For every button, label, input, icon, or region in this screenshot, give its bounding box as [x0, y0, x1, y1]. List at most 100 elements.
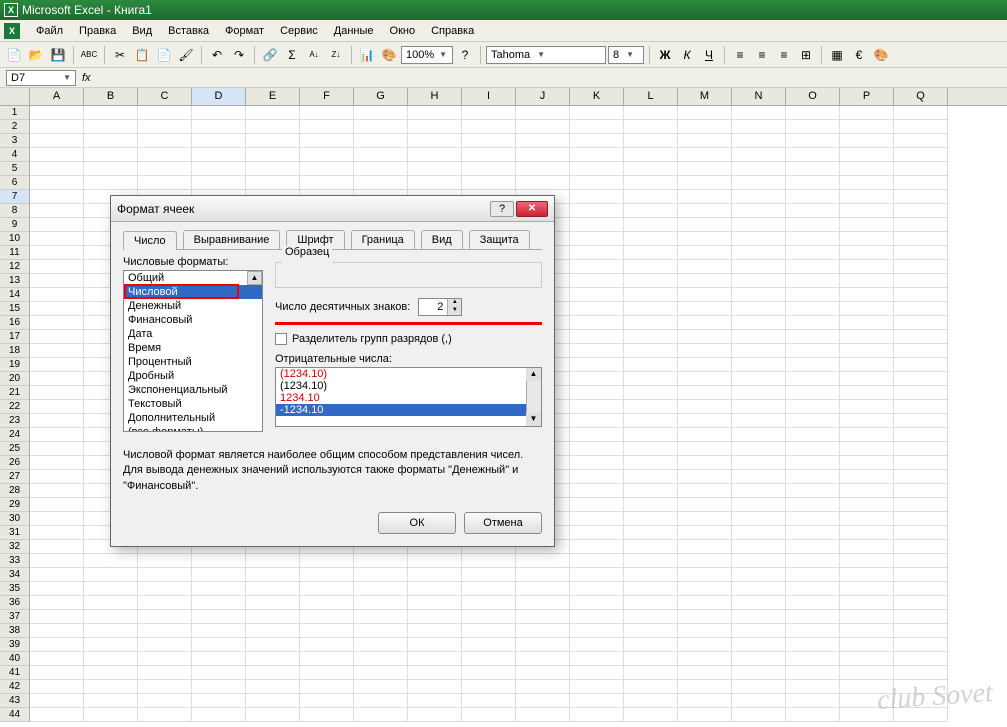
- cell[interactable]: [570, 414, 624, 428]
- cell[interactable]: [246, 652, 300, 666]
- cell[interactable]: [138, 638, 192, 652]
- cell[interactable]: [894, 582, 948, 596]
- cell[interactable]: [30, 554, 84, 568]
- cell[interactable]: [894, 400, 948, 414]
- cell[interactable]: [786, 218, 840, 232]
- format-list-item[interactable]: Дата: [124, 327, 262, 341]
- cell[interactable]: [138, 596, 192, 610]
- column-header[interactable]: A: [30, 88, 84, 105]
- underline-icon[interactable]: Ч: [699, 45, 719, 65]
- cell[interactable]: [516, 666, 570, 680]
- cell[interactable]: [840, 638, 894, 652]
- tab-number[interactable]: Число: [123, 231, 177, 250]
- cell[interactable]: [786, 554, 840, 568]
- cell[interactable]: [516, 610, 570, 624]
- cell[interactable]: [138, 554, 192, 568]
- cell[interactable]: [840, 456, 894, 470]
- cell[interactable]: [246, 666, 300, 680]
- cell[interactable]: [732, 484, 786, 498]
- cell[interactable]: [570, 666, 624, 680]
- cell[interactable]: [894, 414, 948, 428]
- cell[interactable]: [30, 344, 84, 358]
- cell[interactable]: [894, 456, 948, 470]
- cell[interactable]: [732, 288, 786, 302]
- column-header[interactable]: F: [300, 88, 354, 105]
- column-header[interactable]: C: [138, 88, 192, 105]
- decimals-spinner[interactable]: ▲ ▼: [418, 298, 462, 316]
- fontsize-combo[interactable]: 8▼: [608, 46, 644, 64]
- cell[interactable]: [462, 638, 516, 652]
- cell[interactable]: [624, 442, 678, 456]
- menu-file[interactable]: Файл: [28, 23, 71, 39]
- cell[interactable]: [516, 596, 570, 610]
- cell[interactable]: [570, 456, 624, 470]
- cell[interactable]: [840, 134, 894, 148]
- cell[interactable]: [516, 708, 570, 722]
- cell[interactable]: [732, 260, 786, 274]
- cell[interactable]: [516, 120, 570, 134]
- cell[interactable]: [678, 610, 732, 624]
- cell[interactable]: [354, 624, 408, 638]
- cell[interactable]: [678, 302, 732, 316]
- cell[interactable]: [30, 666, 84, 680]
- cell[interactable]: [84, 666, 138, 680]
- cell[interactable]: [678, 540, 732, 554]
- cell[interactable]: [786, 624, 840, 638]
- cell[interactable]: [678, 344, 732, 358]
- cell[interactable]: [894, 596, 948, 610]
- cell[interactable]: [408, 624, 462, 638]
- cell[interactable]: [678, 568, 732, 582]
- cell[interactable]: [732, 386, 786, 400]
- cell[interactable]: [678, 554, 732, 568]
- cell[interactable]: [624, 288, 678, 302]
- cell[interactable]: [840, 176, 894, 190]
- save-icon[interactable]: 💾: [48, 45, 68, 65]
- cell[interactable]: [732, 596, 786, 610]
- cell[interactable]: [894, 288, 948, 302]
- cell[interactable]: [678, 666, 732, 680]
- cell[interactable]: [678, 428, 732, 442]
- cell[interactable]: [894, 218, 948, 232]
- menu-insert[interactable]: Вставка: [160, 23, 217, 39]
- cell[interactable]: [840, 498, 894, 512]
- cell[interactable]: [408, 568, 462, 582]
- cell[interactable]: [894, 260, 948, 274]
- cell[interactable]: [30, 316, 84, 330]
- negative-list-item[interactable]: 1234.10: [276, 392, 541, 404]
- cell[interactable]: [678, 484, 732, 498]
- scroll-down-icon[interactable]: ▼: [526, 413, 541, 426]
- cell[interactable]: [624, 120, 678, 134]
- cell[interactable]: [786, 288, 840, 302]
- cell[interactable]: [354, 694, 408, 708]
- column-header[interactable]: P: [840, 88, 894, 105]
- row-header[interactable]: 11: [0, 246, 30, 260]
- cell[interactable]: [570, 582, 624, 596]
- cell[interactable]: [570, 610, 624, 624]
- format-list-item[interactable]: Дробный: [124, 369, 262, 383]
- cell[interactable]: [30, 624, 84, 638]
- row-header[interactable]: 12: [0, 260, 30, 274]
- cell[interactable]: [840, 652, 894, 666]
- row-header[interactable]: 34: [0, 568, 30, 582]
- row-header[interactable]: 26: [0, 456, 30, 470]
- cell[interactable]: [138, 652, 192, 666]
- row-header[interactable]: 17: [0, 330, 30, 344]
- cell[interactable]: [30, 134, 84, 148]
- align-center-icon[interactable]: ≡: [752, 45, 772, 65]
- cell[interactable]: [570, 526, 624, 540]
- cell[interactable]: [30, 330, 84, 344]
- cell[interactable]: [30, 498, 84, 512]
- menu-edit[interactable]: Правка: [71, 23, 124, 39]
- cell[interactable]: [678, 134, 732, 148]
- cell[interactable]: [570, 176, 624, 190]
- cell[interactable]: [840, 358, 894, 372]
- cell[interactable]: [894, 344, 948, 358]
- cell[interactable]: [786, 232, 840, 246]
- cell[interactable]: [192, 120, 246, 134]
- row-header[interactable]: 10: [0, 232, 30, 246]
- cell[interactable]: [840, 428, 894, 442]
- cell[interactable]: [732, 456, 786, 470]
- cell[interactable]: [624, 148, 678, 162]
- cell[interactable]: [732, 246, 786, 260]
- cell[interactable]: [732, 470, 786, 484]
